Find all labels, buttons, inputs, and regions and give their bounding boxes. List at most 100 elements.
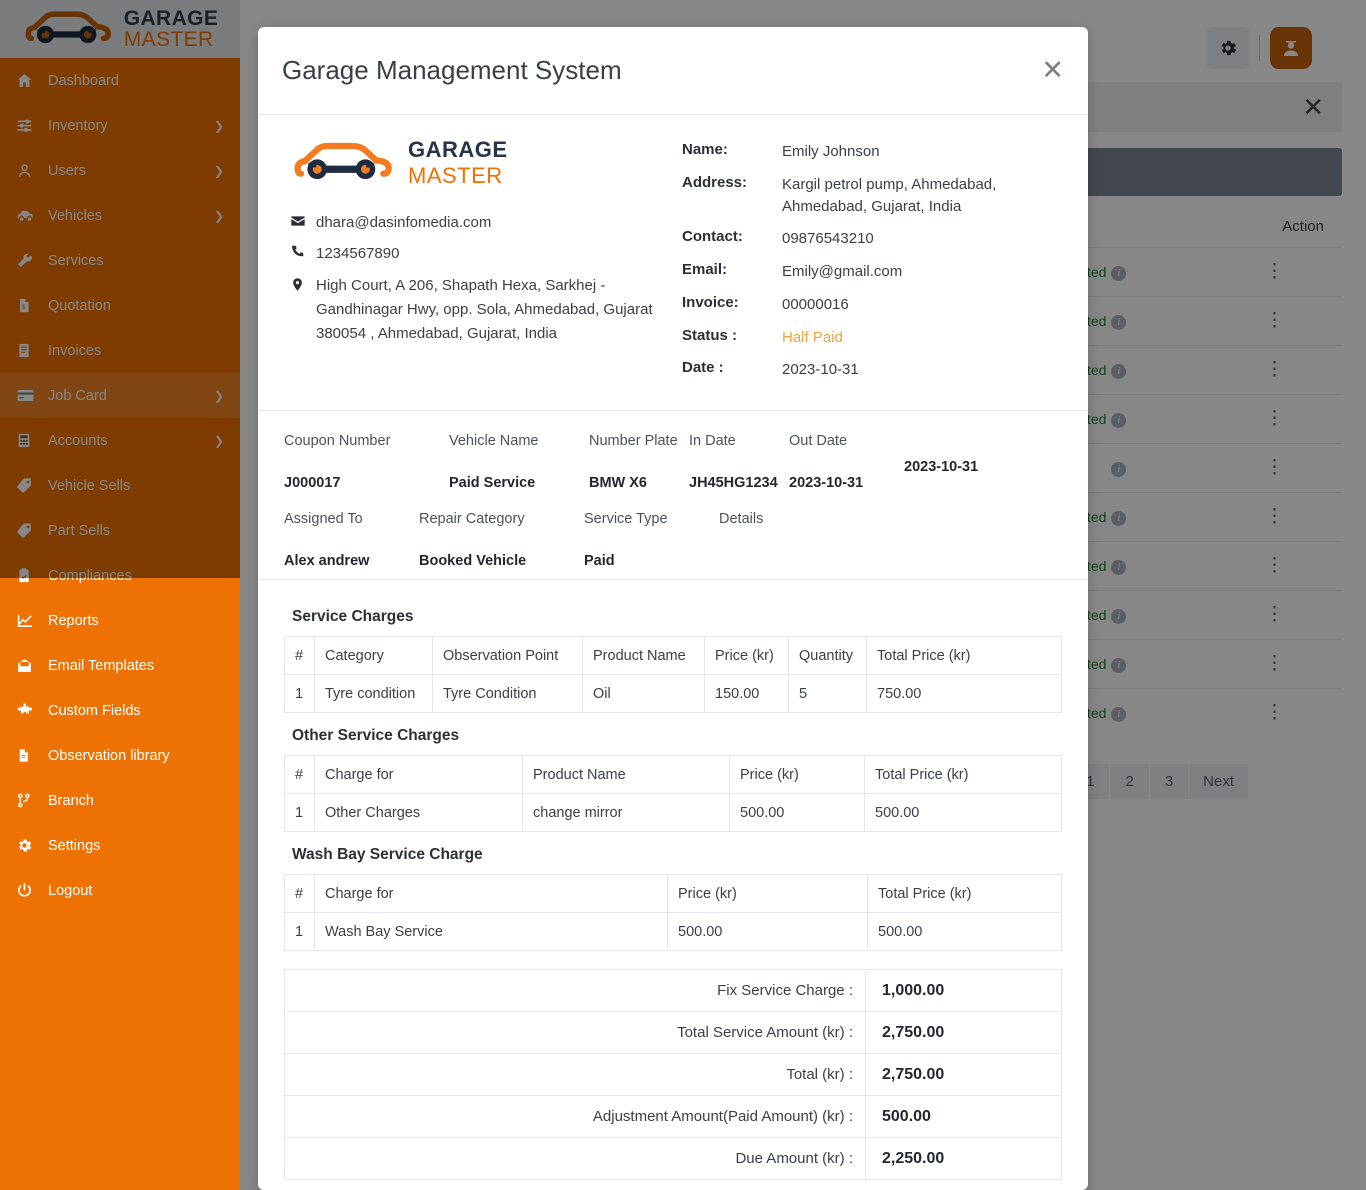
customer-email-row: Email: Emily@gmail.com bbox=[682, 261, 1064, 283]
customer-email-label: Email: bbox=[682, 261, 782, 283]
service-charges-title: Service Charges bbox=[292, 608, 1062, 626]
job-meta-label: Out Date bbox=[789, 433, 904, 449]
job-meta-value: J000017 bbox=[284, 475, 449, 491]
brand-name-bottom: MASTER bbox=[124, 29, 219, 50]
job-meta-value: Booked Vehicle bbox=[419, 553, 584, 569]
status-label: Status : bbox=[682, 327, 782, 349]
modal-close-button[interactable]: ✕ bbox=[1041, 57, 1064, 84]
column-header: Total Price (kr) bbox=[867, 637, 1062, 675]
totals-label: Total (kr) : bbox=[285, 1054, 866, 1096]
column-header: Charge for bbox=[315, 756, 523, 794]
job-meta-row-2: Assigned ToAlex andrewRepair CategoryBoo… bbox=[284, 511, 1064, 569]
job-meta-label: Coupon Number bbox=[284, 433, 449, 449]
sidebar-item-job-card[interactable]: Job Card❯ bbox=[0, 373, 240, 418]
totals-label: Fix Service Charge : bbox=[285, 970, 866, 1012]
company-phone: 1234567890 bbox=[316, 242, 399, 266]
sidebar-item-part-sells[interactable]: Part Sells bbox=[0, 508, 240, 553]
chart-line-icon bbox=[16, 612, 42, 629]
company-email-line: dhara@dasinfomedia.com bbox=[290, 211, 682, 235]
job-meta-field: Coupon Number J000017 bbox=[284, 433, 449, 491]
totals-row: Total Service Amount (kr) :2,750.00 bbox=[285, 1012, 1062, 1054]
garage-master-car-icon bbox=[290, 138, 398, 188]
totals-row: Fix Service Charge :1,000.00 bbox=[285, 970, 1062, 1012]
table-cell: change mirror bbox=[523, 794, 730, 832]
sidebar-item-vehicle-sells[interactable]: Vehicle Sells bbox=[0, 463, 240, 508]
column-header: Product Name bbox=[583, 637, 705, 675]
calculator-icon bbox=[16, 432, 42, 449]
puzzle-icon bbox=[16, 702, 42, 719]
job-meta-value: Alex andrew bbox=[284, 553, 419, 569]
envelope-icon bbox=[290, 211, 316, 235]
column-header: # bbox=[285, 637, 315, 675]
sidebar-item-label: Compliances bbox=[42, 568, 224, 584]
garage-master-car-icon bbox=[22, 7, 116, 51]
table-cell: 150.00 bbox=[705, 675, 789, 713]
modal-brand-text: GARAGE MASTER bbox=[408, 137, 508, 189]
sidebar-item-observation-library[interactable]: Observation library bbox=[0, 733, 240, 778]
document-icon bbox=[16, 747, 42, 764]
chevron-right-icon: ❯ bbox=[214, 389, 224, 403]
wash-bay-table: #Charge forPrice (kr)Total Price (kr) 1W… bbox=[284, 874, 1062, 951]
column-header: Charge for bbox=[315, 875, 668, 913]
sidebar-item-compliances[interactable]: Compliances bbox=[0, 553, 240, 598]
invoice-parties: GARAGE MASTER dhara@dasinfomedia.com 123… bbox=[258, 115, 1088, 406]
sidebar-item-email-templates[interactable]: Email Templates bbox=[0, 643, 240, 688]
map-pin-icon bbox=[290, 274, 316, 347]
modal-title: Garage Management System bbox=[282, 55, 622, 86]
sidebar-item-label: Accounts bbox=[42, 433, 214, 449]
job-meta-row-1: Coupon NumberJ000017Vehicle NamePaid Ser… bbox=[284, 433, 1064, 491]
job-meta-value: JH45HG1234 bbox=[689, 475, 789, 491]
sidebar-item-quotation[interactable]: $Quotation bbox=[0, 283, 240, 328]
sidebar: GARAGE MASTER DashboardInventory❯Users❯V… bbox=[0, 0, 240, 1190]
card-icon bbox=[16, 386, 42, 405]
sidebar-item-custom-fields[interactable]: Custom Fields bbox=[0, 688, 240, 733]
table-cell: 500.00 bbox=[730, 794, 865, 832]
sidebar-item-label: Services bbox=[42, 253, 224, 269]
job-meta-value: Paid bbox=[584, 553, 719, 569]
table-cell: 1 bbox=[285, 675, 315, 713]
sidebar-item-reports[interactable]: Reports bbox=[0, 598, 240, 643]
totals-label: Total Service Amount (kr) : bbox=[285, 1012, 866, 1054]
status-badge: Half Paid bbox=[782, 327, 843, 349]
sidebar-item-services[interactable]: Services bbox=[0, 238, 240, 283]
totals-row: Due Amount (kr) :2,250.00 bbox=[285, 1138, 1062, 1180]
totals-row: Total (kr) :2,750.00 bbox=[285, 1054, 1062, 1096]
sidebar-item-settings[interactable]: Settings bbox=[0, 823, 240, 868]
sidebar-item-accounts[interactable]: Accounts❯ bbox=[0, 418, 240, 463]
customer-contact-value: 09876543210 bbox=[782, 228, 874, 250]
sidebar-item-label: Quotation bbox=[42, 298, 224, 314]
company-email: dhara@dasinfomedia.com bbox=[316, 211, 491, 235]
job-meta-label: Assigned To bbox=[284, 511, 419, 527]
invoice-number-row: Invoice: 00000016 bbox=[682, 294, 1064, 316]
other-service-charges-title: Other Service Charges bbox=[292, 727, 1062, 745]
company-address-line: High Court, A 206, Shapath Hexa, Sarkhej… bbox=[290, 274, 682, 347]
job-meta-field: Out Date2023-10-31 bbox=[789, 433, 904, 491]
sidebar-item-label: Observation library bbox=[42, 748, 224, 764]
table-row: 1Other Chargeschange mirror500.00500.00 bbox=[285, 794, 1062, 832]
job-card-detail-modal: Garage Management System ✕ bbox=[258, 27, 1088, 1190]
sidebar-item-label: Inventory bbox=[42, 118, 214, 134]
company-phone-line: 1234567890 bbox=[290, 242, 682, 266]
sidebar-item-users[interactable]: Users❯ bbox=[0, 148, 240, 193]
totals-value: 2,750.00 bbox=[866, 1054, 1062, 1096]
sidebar-item-branch[interactable]: Branch bbox=[0, 778, 240, 823]
date-value: 2023-10-31 bbox=[782, 359, 859, 381]
table-row: 1Tyre conditionTyre ConditionOil150.0057… bbox=[285, 675, 1062, 713]
company-address: High Court, A 206, Shapath Hexa, Sarkhej… bbox=[316, 274, 682, 347]
chevron-right-icon: ❯ bbox=[214, 119, 224, 133]
job-meta-field: 2023-10-31 bbox=[904, 433, 1024, 491]
sidebar-item-inventory[interactable]: Inventory❯ bbox=[0, 103, 240, 148]
sidebar-item-dashboard[interactable]: Dashboard bbox=[0, 58, 240, 103]
job-meta-label: In Date bbox=[689, 433, 789, 449]
column-header: Observation Point bbox=[433, 637, 583, 675]
date-label: Date : bbox=[682, 359, 782, 381]
totals-value: 2,750.00 bbox=[866, 1012, 1062, 1054]
sidebar-item-logout[interactable]: Logout bbox=[0, 868, 240, 913]
brand-name-top: GARAGE bbox=[124, 8, 219, 29]
job-meta-label: Details bbox=[719, 511, 839, 527]
customer-address-label: Address: bbox=[682, 174, 782, 218]
sidebar-item-vehicles[interactable]: Vehicles❯ bbox=[0, 193, 240, 238]
sidebar-brand-logo[interactable]: GARAGE MASTER bbox=[0, 0, 240, 58]
sidebar-item-invoices[interactable]: Invoices bbox=[0, 328, 240, 373]
job-meta-field: Service TypePaid bbox=[584, 511, 719, 569]
